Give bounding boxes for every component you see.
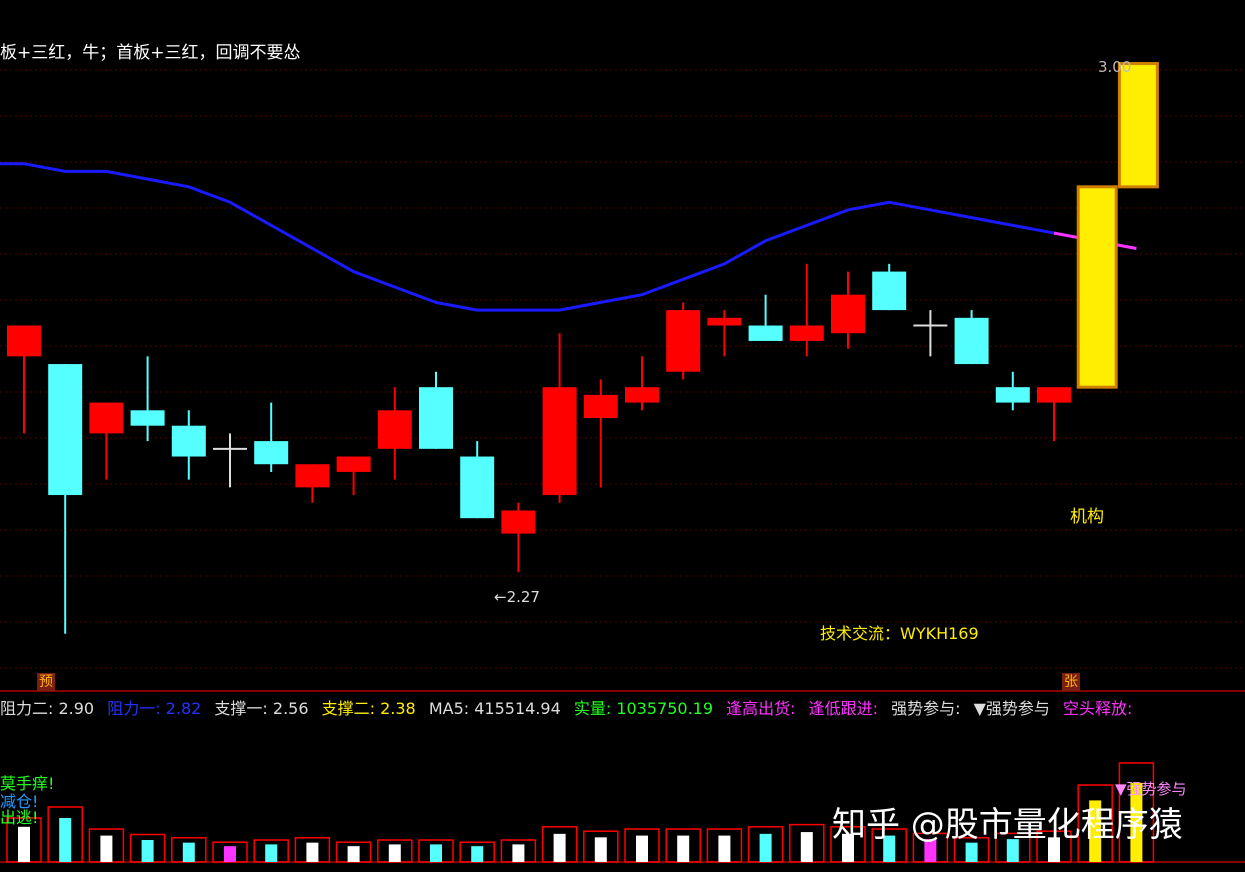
candle-body bbox=[171, 425, 206, 457]
qiangshi-value: 强势参与: bbox=[891, 699, 961, 718]
volume-bar bbox=[141, 840, 154, 862]
watermark: 知乎 @股市量化程序猿 bbox=[832, 805, 1183, 845]
candle-body bbox=[377, 410, 412, 449]
volume-bar bbox=[553, 833, 566, 862]
pre-badge: 预 bbox=[37, 673, 55, 691]
volume-bar bbox=[594, 837, 607, 862]
fenggao-value: 逢高出货: bbox=[726, 699, 796, 718]
volume-bar bbox=[636, 835, 648, 862]
candle-body bbox=[748, 325, 783, 341]
volume-bar bbox=[224, 846, 236, 862]
low-price-label: ←2.27 bbox=[494, 588, 540, 606]
zuli1-value: 阻力一: 2.82 bbox=[107, 699, 202, 718]
candle-body bbox=[789, 325, 824, 341]
candle-body bbox=[625, 387, 659, 403]
high-price-label: 3.00 bbox=[1098, 58, 1132, 76]
volume-bar bbox=[718, 835, 731, 862]
rise-badge: 张 bbox=[1062, 673, 1080, 691]
zhicheng1-value: 支撑一: 2.56 bbox=[214, 699, 309, 718]
candle-body bbox=[130, 410, 165, 426]
volume-bar bbox=[388, 844, 401, 862]
volume-bar bbox=[306, 842, 319, 862]
volume-bar bbox=[347, 846, 360, 862]
kongtou-value: 空头释放: bbox=[1063, 699, 1133, 718]
volume-bar bbox=[430, 844, 442, 862]
chart-title: 板+三红，牛；首板+三红，回调不要怂 bbox=[0, 43, 301, 63]
volume-bar bbox=[677, 835, 690, 862]
candle-body bbox=[872, 271, 907, 311]
contact-label: 技术交流：WYKH169 bbox=[820, 624, 979, 643]
candle-body bbox=[831, 294, 865, 334]
candle-body bbox=[89, 402, 124, 434]
volume-bar bbox=[18, 826, 30, 862]
ma-line-right bbox=[600, 200, 1137, 304]
ma-line bbox=[0, 162, 602, 312]
candle-body-limit bbox=[1117, 62, 1159, 189]
vol-right-marker: ▼强势参与 bbox=[1115, 780, 1187, 798]
candle-body bbox=[666, 310, 701, 372]
indicator-row: 阻力二: 2.90 阻力一: 2.82 支撑一: 2.56 支撑二: 2.38 … bbox=[0, 695, 1140, 719]
candle-body bbox=[995, 387, 1030, 403]
volume-bar bbox=[759, 833, 772, 862]
candle-body bbox=[583, 394, 618, 418]
zuli2-value: 阻力二: 2.90 bbox=[0, 699, 95, 718]
volume-bar bbox=[800, 832, 813, 862]
candle-body bbox=[1037, 387, 1071, 403]
fengdi-value: 逢低跟进: bbox=[808, 699, 879, 718]
jigou-label: 机构 bbox=[1070, 507, 1104, 527]
candle-body bbox=[336, 456, 371, 472]
candle-body-limit bbox=[1076, 185, 1118, 389]
candle-body bbox=[419, 387, 453, 449]
volume-bar bbox=[100, 835, 113, 862]
candle-body bbox=[542, 387, 577, 496]
candle-body bbox=[460, 456, 495, 519]
candle-body bbox=[707, 317, 742, 326]
volume-bar bbox=[512, 844, 525, 862]
ma5-value: MA5: 415514.94 bbox=[428, 699, 561, 718]
volume-bar bbox=[265, 844, 278, 862]
candle-body bbox=[7, 325, 41, 357]
candle-body bbox=[254, 441, 289, 465]
kline-chart bbox=[0, 62, 1245, 863]
volume-bar bbox=[182, 842, 195, 862]
candle-body bbox=[501, 510, 536, 534]
shiliang-value: 实量: 1035750.19 bbox=[573, 699, 714, 718]
candle-body bbox=[48, 364, 83, 496]
candle-body bbox=[954, 317, 989, 365]
zhicheng2-value: 支撑二: 2.38 bbox=[321, 699, 416, 718]
qiangshi-marker: ▼强势参与 bbox=[973, 699, 1050, 718]
volume-bar bbox=[59, 818, 72, 862]
vol-tag-3: 出逃! bbox=[0, 808, 39, 827]
volume-bar bbox=[471, 846, 484, 862]
candle-body bbox=[295, 464, 330, 488]
